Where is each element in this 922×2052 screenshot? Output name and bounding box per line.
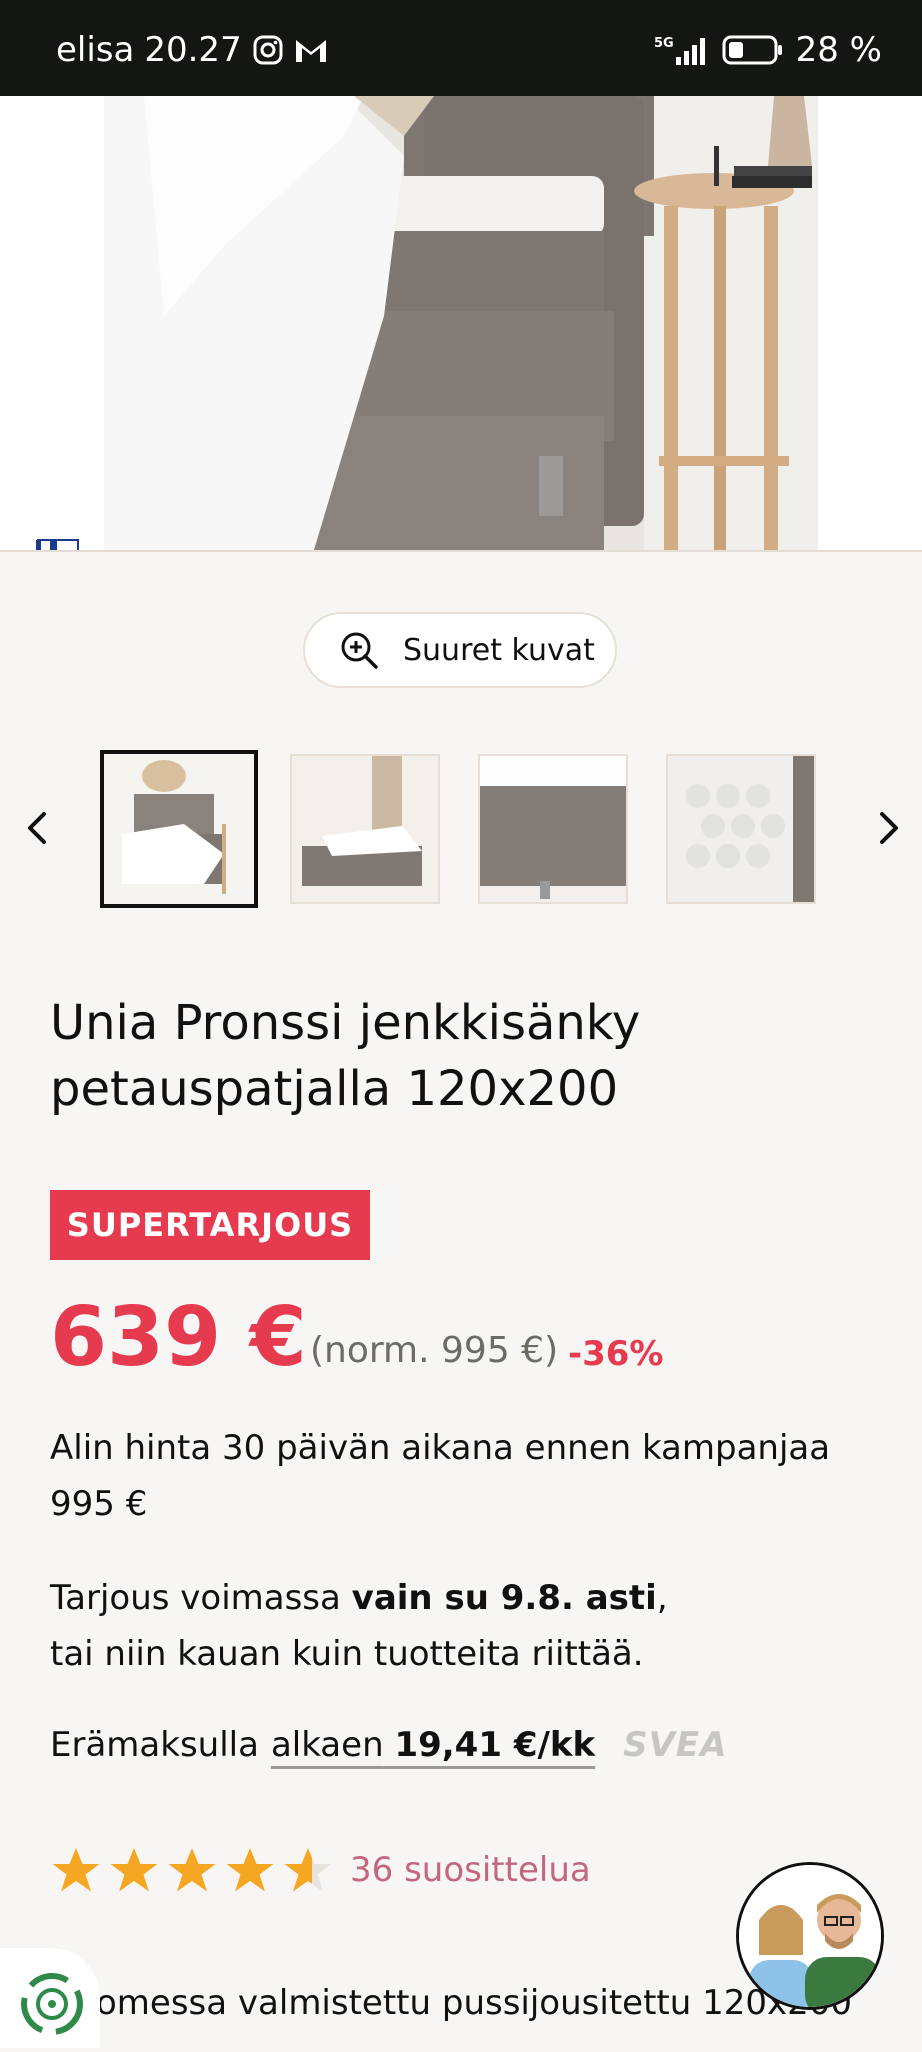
installment-link-text: alkaen — [270, 1725, 384, 1765]
installment-amount: 19,41 €/kk — [394, 1725, 596, 1765]
discount-percent: -36% — [568, 1334, 664, 1374]
gmail-icon — [295, 40, 326, 62]
star-half-icon — [284, 1848, 332, 1892]
offer-prefix: Tarjous voimassa — [50, 1578, 352, 1618]
instagram-icon — [253, 35, 283, 65]
chat-support-button[interactable] — [736, 1862, 884, 2010]
time-label: 20.27 — [144, 30, 242, 70]
offer-suffix: , — [656, 1578, 668, 1618]
status-bar: elisa 20.27 5G 28 % — [0, 0, 922, 96]
offer-deadline: vain su 9.8. asti — [351, 1578, 657, 1618]
rating-stars[interactable] — [50, 1845, 334, 1897]
normal-price: (norm. 995 €) — [310, 1330, 559, 1371]
star-full-icon — [110, 1848, 158, 1892]
finnish-key-flag-logo — [36, 539, 79, 550]
thumbnail-2-image — [292, 756, 438, 902]
thumbnail-3-image — [480, 756, 626, 902]
support-avatar-photo — [739, 1865, 881, 2007]
thumbnail-1[interactable] — [100, 750, 258, 908]
thumbnail-4[interactable] — [666, 754, 816, 904]
product-title: Unia Pronssi jenkkisänky petauspatjalla … — [50, 995, 641, 1117]
signal-5g-icon: 5G — [654, 36, 705, 65]
installment-info: Erämaksulla alkaen 19,41 €/kk SVEA — [50, 1725, 727, 1765]
thumbnail-4-image — [668, 756, 814, 902]
installment-link[interactable]: alkaen 19,41 €/kk — [271, 1725, 595, 1765]
chevron-right-icon[interactable] — [868, 808, 908, 848]
thumbnail-2[interactable] — [290, 754, 440, 904]
bed-photo — [104, 96, 818, 550]
product-price: 639 € — [50, 1290, 307, 1385]
offer-line2: tai niin kauan kuin tuotteita riittää. — [50, 1634, 644, 1674]
zoom-in-icon — [341, 632, 378, 669]
offer-validity: Tarjous voimassa vain su 9.8. asti, tai n… — [50, 1570, 880, 1682]
large-images-button[interactable]: Suuret kuvat — [303, 612, 617, 688]
svea-logo: SVEA — [623, 1725, 728, 1765]
star-full-icon — [168, 1848, 216, 1892]
star-full-icon — [52, 1848, 100, 1892]
lowest-price-note: Alin hinta 30 päivän aikana ennen kampan… — [50, 1428, 831, 1524]
divider — [0, 550, 922, 552]
installment-prefix: Erämaksulla — [50, 1725, 259, 1765]
product-main-image[interactable] — [0, 96, 922, 550]
sale-badge: SUPERTARJOUS — [50, 1190, 370, 1260]
network-label: 5G — [654, 36, 674, 51]
large-images-label: Suuret kuvat — [403, 632, 595, 668]
thumbnail-1-image — [104, 754, 254, 904]
recycle-icon — [21, 1973, 83, 2035]
battery-icon — [722, 35, 782, 65]
reviews-link[interactable]: 36 suosittelua — [350, 1850, 591, 1890]
star-full-icon — [226, 1848, 274, 1892]
recycle-badge-button[interactable] — [0, 1948, 100, 2048]
battery-label: 28 % — [795, 30, 882, 70]
carrier-label: elisa — [56, 30, 135, 70]
chevron-left-icon[interactable] — [18, 808, 58, 848]
thumbnail-3[interactable] — [478, 754, 628, 904]
